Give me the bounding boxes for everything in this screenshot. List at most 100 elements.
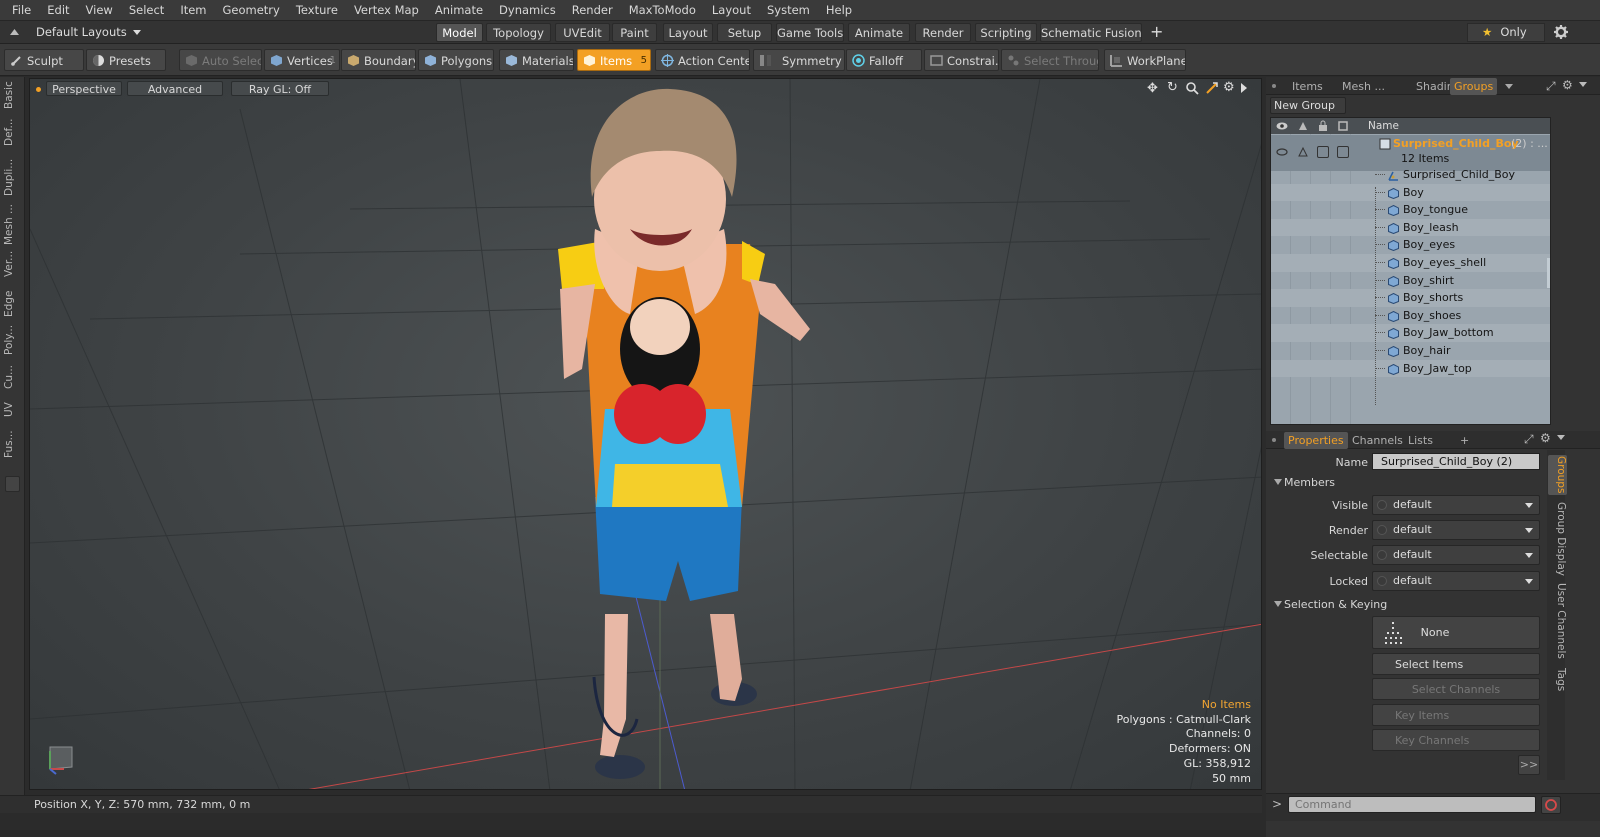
tree-item[interactable]: Boy_shorts xyxy=(1271,289,1550,307)
layout-tab-layout[interactable]: Layout xyxy=(663,23,713,42)
tree-item[interactable]: Boy_eyes_shell xyxy=(1271,254,1550,272)
row-eye-icon[interactable] xyxy=(1276,146,1288,158)
panel-tab-items[interactable]: Items xyxy=(1292,78,1323,95)
locked-dropdown[interactable]: default xyxy=(1372,571,1540,591)
symmetry-button[interactable]: Symmetry xyxy=(753,49,845,71)
menu-item-animate[interactable]: Animate xyxy=(427,0,491,21)
record-icon[interactable] xyxy=(1541,796,1561,814)
menu-item-select[interactable]: Select xyxy=(121,0,172,21)
right-tab-groups[interactable]: Groups xyxy=(1548,455,1567,495)
tabs-dropdown-icon[interactable] xyxy=(1505,84,1513,89)
new-group-button[interactable]: New Group xyxy=(1270,97,1346,114)
eye-icon[interactable] xyxy=(1276,120,1288,132)
none-button[interactable]: None xyxy=(1372,616,1540,649)
fit-icon[interactable] xyxy=(1205,81,1219,95)
vertices-button[interactable]: Vertices 1 xyxy=(264,49,340,71)
collapse-icon[interactable] xyxy=(9,26,20,37)
viewport-expand-icon[interactable] xyxy=(1241,83,1247,93)
menu-item-texture[interactable]: Texture xyxy=(288,0,346,21)
items-button[interactable]: Items 5 xyxy=(577,49,651,71)
visible-dropdown[interactable]: default xyxy=(1372,495,1540,515)
menu-item-view[interactable]: View xyxy=(78,0,121,21)
left-tab-poly-[interactable]: Poly... xyxy=(3,321,22,359)
layout-tab-paint[interactable]: Paint xyxy=(612,23,657,42)
raygl-button[interactable]: Ray GL: Off xyxy=(231,81,329,96)
key-channels-button[interactable]: Key Channels xyxy=(1372,729,1540,751)
perspective-button[interactable]: Perspective xyxy=(46,81,122,96)
row-select-icon[interactable] xyxy=(1337,146,1349,158)
left-tab-def-[interactable]: Def... xyxy=(3,113,22,151)
menu-item-render[interactable]: Render xyxy=(564,0,621,21)
left-tab-uv[interactable]: UV xyxy=(3,399,22,421)
tree-item[interactable]: Boy_shirt xyxy=(1271,272,1550,290)
row-render-icon[interactable] xyxy=(1297,146,1309,158)
panel-tab-properties[interactable]: Properties xyxy=(1284,432,1348,449)
select-channels-button[interactable]: Select Channels xyxy=(1372,678,1540,700)
layout-tab-game-tools[interactable]: Game Tools xyxy=(776,23,844,42)
layout-tab-setup[interactable]: Setup xyxy=(717,23,772,42)
tree-item[interactable]: Boy xyxy=(1271,183,1550,202)
left-tab-fus-[interactable]: Fus... xyxy=(3,427,22,461)
left-tab-ver-[interactable]: Ver... xyxy=(3,251,22,277)
panel-menu-icon[interactable] xyxy=(1579,82,1587,87)
name-field[interactable]: Surprised_Child_Boy (2) xyxy=(1372,453,1540,470)
action-center-button[interactable]: Action Center xyxy=(655,49,750,71)
left-tab-mesh-[interactable]: Mesh ... xyxy=(3,203,22,247)
layout-tab-animate[interactable]: Animate xyxy=(848,23,910,42)
menu-item-geometry[interactable]: Geometry xyxy=(215,0,288,21)
menu-item-layout[interactable]: Layout xyxy=(704,0,759,21)
panel-tab-add[interactable]: + xyxy=(1460,432,1469,449)
layout-selector[interactable]: Default Layouts xyxy=(36,24,142,41)
viewport-toggle-icon[interactable] xyxy=(33,81,43,96)
add-layout-icon[interactable]: + xyxy=(1150,22,1163,41)
zoom-icon[interactable] xyxy=(1185,81,1199,95)
panel-tab-lists[interactable]: Lists xyxy=(1408,432,1433,449)
right-tab-user-channels[interactable]: User Channels xyxy=(1548,583,1567,659)
render-icon[interactable] xyxy=(1297,120,1309,132)
tree-scrollbar[interactable] xyxy=(1547,258,1550,288)
command-input[interactable] xyxy=(1288,796,1536,813)
layout-tab-scripting[interactable]: Scripting xyxy=(975,23,1037,42)
menu-item-item[interactable]: Item xyxy=(172,0,214,21)
materials-button[interactable]: Materials xyxy=(499,49,574,71)
constraints-button[interactable]: Constrai... xyxy=(924,49,999,71)
workplane-button[interactable]: WorkPlane xyxy=(1104,49,1186,71)
tree-item[interactable]: Boy_leash xyxy=(1271,218,1550,237)
row-lock-icon[interactable] xyxy=(1317,146,1329,158)
tree-item[interactable]: Boy_Jaw_top xyxy=(1271,359,1550,378)
viewport-gear-icon[interactable]: ⚙ xyxy=(1223,80,1235,95)
menu-item-dynamics[interactable]: Dynamics xyxy=(491,0,564,21)
layout-tab-uvedit[interactable]: UVEdit xyxy=(555,23,610,42)
pan-icon[interactable]: ✥ xyxy=(1147,81,1158,96)
panel-tab-mesh-[interactable]: Mesh ... xyxy=(1342,78,1385,95)
menu-item-help[interactable]: Help xyxy=(818,0,860,21)
layout-tab-render[interactable]: Render xyxy=(915,23,971,42)
boundary-button[interactable]: Boundary xyxy=(341,49,416,71)
rotate-icon[interactable]: ↻ xyxy=(1167,80,1178,95)
polygons-button[interactable]: Polygons xyxy=(418,49,494,71)
left-tab-basic[interactable]: Basic xyxy=(3,80,22,110)
menu-item-system[interactable]: System xyxy=(759,0,818,21)
tree-item[interactable]: Boy_tongue xyxy=(1271,201,1550,219)
select-icon[interactable] xyxy=(1337,120,1349,132)
tree-item[interactable]: Surprised_Child_Boy xyxy=(1271,166,1550,184)
more-button[interactable]: >> xyxy=(1518,755,1540,775)
layout-tab-schematic-fusion[interactable]: Schematic Fusion xyxy=(1040,23,1142,42)
presets-button[interactable]: Presets xyxy=(86,49,166,71)
layout-tab-topology[interactable]: Topology xyxy=(486,23,551,42)
select-through-button[interactable]: Select Through xyxy=(1001,49,1099,71)
gear-icon[interactable] xyxy=(1553,24,1569,40)
falloff-button[interactable]: Falloff xyxy=(846,49,922,71)
right-tab-tags[interactable]: Tags xyxy=(1548,663,1567,697)
lock-icon[interactable] xyxy=(1317,120,1329,132)
selectable-dropdown[interactable]: default xyxy=(1372,545,1540,565)
tree-item[interactable]: Boy_hair xyxy=(1271,342,1550,360)
tree-item[interactable]: Boy_Jaw_bottom xyxy=(1271,324,1550,342)
panel-tab-channels[interactable]: Channels xyxy=(1352,432,1403,449)
menu-item-edit[interactable]: Edit xyxy=(39,0,77,21)
sculpt-button[interactable]: Sculpt xyxy=(4,49,84,71)
only-button[interactable]: ★ Only xyxy=(1467,23,1545,42)
menu-item-maxtomodo[interactable]: MaxToModo xyxy=(621,0,704,21)
select-items-button[interactable]: Select Items xyxy=(1372,653,1540,675)
left-tabs-toggle[interactable] xyxy=(5,476,20,492)
